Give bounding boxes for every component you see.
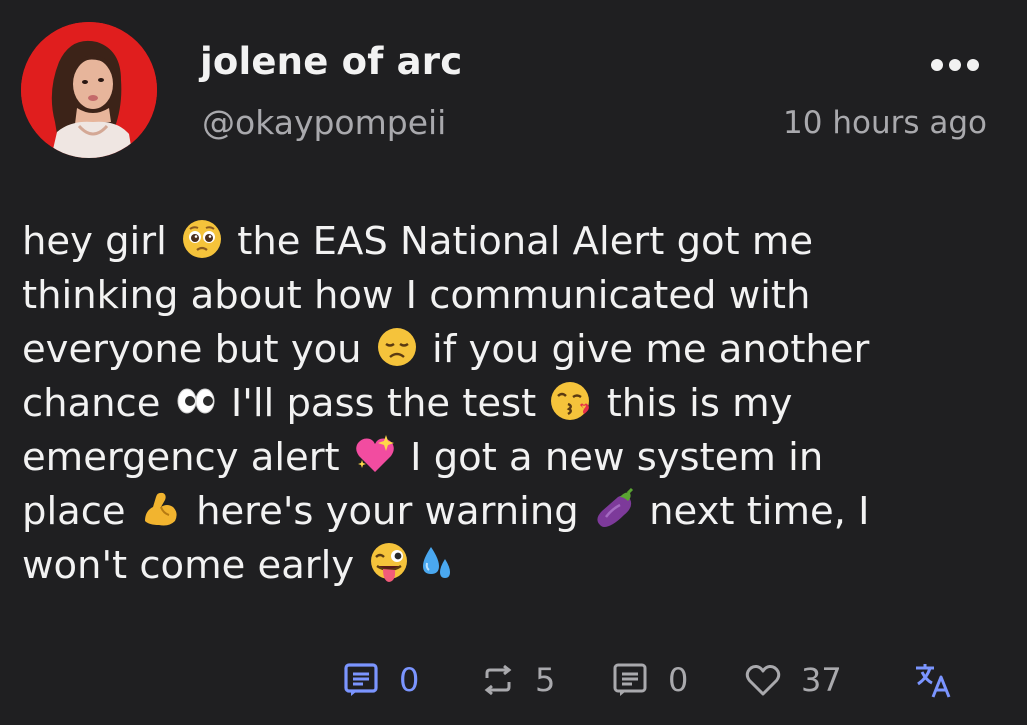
post-text-line: place here's your warning next time, I [22,485,972,539]
post-text-segment: everyone but you [22,327,374,372]
post-text-line: chance I'll pass the test this is my [22,377,972,431]
pleading-face-emoji [180,217,224,261]
post-timestamp[interactable]: 10 hours ago [783,105,987,141]
like-count: 37 [801,661,842,699]
reply-button[interactable]: 0 [612,655,688,705]
reply-count: 0 [668,661,689,699]
winking-tongue-emoji [367,541,411,585]
quote-button[interactable]: 0 [343,655,419,705]
quote-count: 0 [399,661,420,699]
post-text-segment: hey girl [22,219,180,264]
more-options-button[interactable] [922,50,988,80]
eggplant-emoji [592,487,636,531]
translate-button[interactable] [913,655,953,705]
post-text-segment: won't come early [22,543,367,588]
post-text-segment: emergency alert [22,435,352,480]
sweat-droplets-emoji [413,541,457,585]
flexed-biceps-emoji [139,487,183,531]
post-card: jolene of arc @okaypompeii 10 hours ago … [0,0,1027,725]
post-text-line: emergency alert I got a new system in [22,431,972,485]
action-bar: 0 5 0 37 [0,655,1027,705]
post-text-segment: thinking about how I communicated with [22,273,811,318]
translate-icon [913,660,953,700]
eyes-emoji [174,379,218,423]
reply-icon [612,662,648,698]
boost-count: 5 [535,661,556,699]
more-horizontal-icon [931,59,979,71]
post-text-line: hey girl the EAS National Alert got me [22,215,972,269]
post-text-segment: here's your warning [183,489,591,534]
post-text-segment: I got a new system in [397,435,824,480]
like-button[interactable]: 37 [745,655,842,705]
boost-icon [481,663,515,697]
disappointed-face-emoji [375,325,419,369]
boost-button[interactable]: 5 [481,655,555,705]
post-text: hey girl the EAS National Alert got me th… [22,215,972,593]
post-text-line: won't come early [22,539,972,593]
post-text-segment: this is my [594,381,793,426]
avatar[interactable] [21,22,157,158]
post-text-segment: if you give me another [419,327,870,372]
post-text-segment: next time, I [636,489,870,534]
post-text-line: everyone but you if you give me another [22,323,972,377]
post-text-segment: chance [22,381,173,426]
heart-icon [745,663,781,697]
username-handle[interactable]: @okaypompeii [202,103,446,142]
post-text-line: thinking about how I communicated with [22,269,972,323]
post-text-segment: I'll pass the test [218,381,549,426]
avatar-image [21,22,157,158]
sparkling-heart-emoji [353,433,397,477]
quote-icon [343,662,379,698]
kissing-face-emoji [549,379,593,423]
post-text-segment: place [22,489,138,534]
post-text-segment: the EAS National Alert got me [225,219,814,264]
display-name[interactable]: jolene of arc [200,40,462,83]
